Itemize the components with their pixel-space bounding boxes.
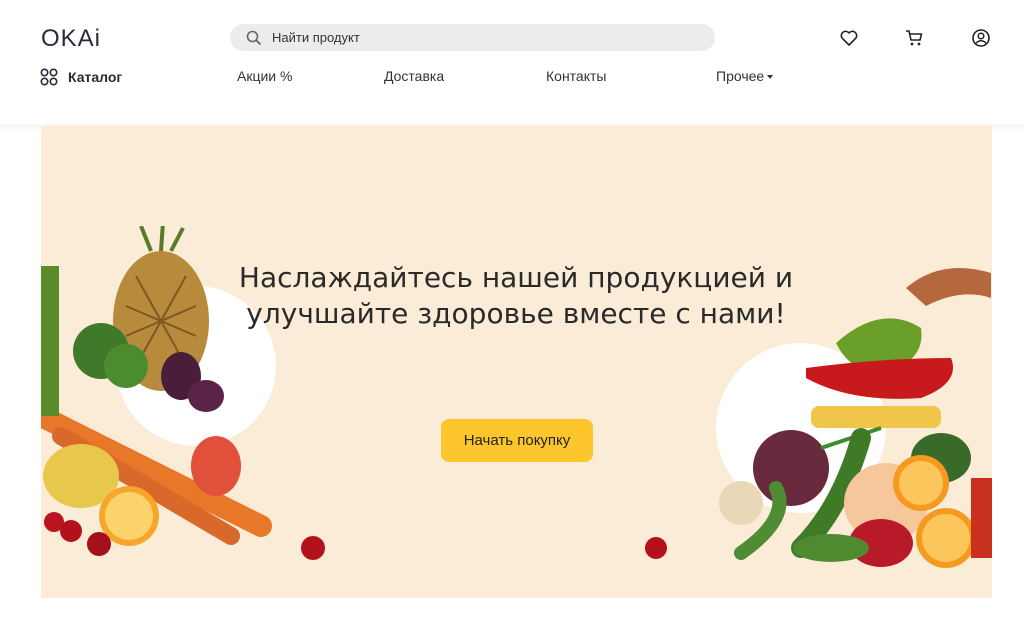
right-produce-image — [645, 268, 992, 568]
grid-icon — [40, 68, 58, 86]
logo[interactable]: OKAi — [41, 25, 101, 53]
hero-banner: Наслаждайтесь нашей продукцией и улучшай… — [41, 126, 992, 598]
nav-catalog[interactable]: Каталог — [40, 68, 122, 86]
nav-item-delivery[interactable]: Доставка — [384, 68, 444, 84]
search-icon — [246, 30, 262, 46]
user-icon[interactable] — [971, 28, 991, 48]
nav-item-other-label: Прочее — [716, 68, 765, 84]
site-header: OKAi Каталог Акции % Доставка Контакты П… — [0, 0, 1024, 124]
nav-item-sales[interactable]: Акции % — [237, 68, 292, 84]
caret-down-icon — [767, 75, 774, 80]
nav-catalog-label: Каталог — [68, 69, 123, 85]
nav-item-contacts[interactable]: Контакты — [546, 68, 606, 84]
cart-icon[interactable] — [904, 28, 924, 48]
nav-item-other[interactable]: Прочее — [716, 68, 774, 84]
start-shopping-button[interactable]: Начать покупку — [441, 419, 593, 462]
search-bar[interactable] — [230, 24, 715, 51]
heart-icon[interactable] — [839, 28, 859, 48]
search-input[interactable] — [272, 24, 692, 51]
